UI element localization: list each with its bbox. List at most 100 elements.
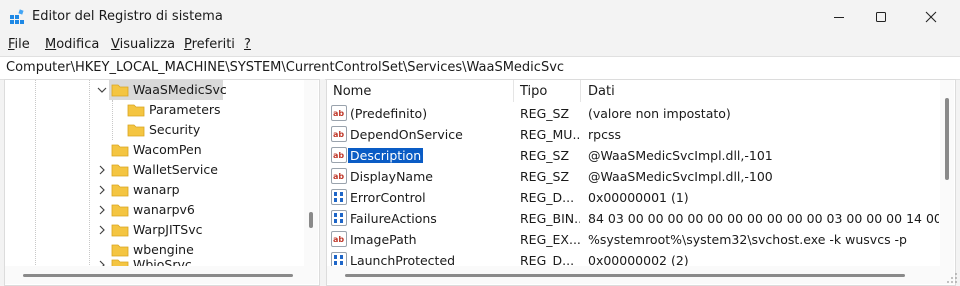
value-data: %systemroot%\system32\svchost.exe -k wus… xyxy=(588,232,907,247)
tree-item-label: wanarp xyxy=(133,182,180,197)
svg-text:ab: ab xyxy=(333,109,344,118)
tree-item-label: Parameters xyxy=(149,102,221,117)
folder-icon xyxy=(127,104,145,117)
pane-splitter[interactable] xyxy=(320,79,325,284)
column-header-data[interactable]: Dati xyxy=(588,84,615,99)
minimize-button[interactable] xyxy=(816,0,862,34)
value-name: FailureActions xyxy=(350,211,437,226)
tree-item-label: WbioSrvc xyxy=(133,257,192,266)
tree-item-label: wanarpv6 xyxy=(133,202,195,217)
menu-bar: File Modifica Visualizza Preferiti ? xyxy=(0,34,960,56)
tree-item-security[interactable]: Security xyxy=(5,120,305,140)
value-type: REG_EX... xyxy=(520,232,580,247)
column-divider[interactable] xyxy=(580,80,581,102)
maximize-button[interactable] xyxy=(858,0,904,34)
tree-horizontal-scroll-thumb[interactable] xyxy=(23,274,293,277)
key-tree-pane[interactable]: WaaSMedicSvc Parameters Security WacomPe… xyxy=(4,79,320,286)
tree-item-label: WalletService xyxy=(133,162,218,177)
close-icon xyxy=(925,11,937,23)
svg-text:ab: ab xyxy=(333,151,344,160)
tree-item-warpjitsvc[interactable]: WarpJITSvc xyxy=(5,220,305,240)
chevron-right-icon[interactable] xyxy=(97,223,107,237)
folder-icon xyxy=(111,204,129,217)
list-vertical-scrollbar[interactable] xyxy=(940,80,954,266)
chevron-right-icon[interactable] xyxy=(97,163,107,177)
value-type: REG_SZ xyxy=(520,148,570,163)
menu-file[interactable]: File xyxy=(8,37,30,52)
tree-item-wbiosrvc[interactable]: WbioSrvc xyxy=(5,256,305,266)
resize-grip-icon[interactable] xyxy=(946,272,958,284)
value-row[interactable]: ab ImagePath REG_EX... %systemroot%\system3… xyxy=(327,229,939,250)
value-row[interactable]: ab Description REG_SZ @WaaSMedicSvcImpl.dll… xyxy=(327,145,939,166)
folder-icon xyxy=(111,164,129,177)
chevron-right-icon[interactable] xyxy=(97,258,107,266)
tree-item-label: wbengine xyxy=(133,242,194,257)
close-button[interactable] xyxy=(908,0,954,34)
tree-item-label: WacomPen xyxy=(133,142,202,157)
tree-item-wacompen[interactable]: WacomPen xyxy=(5,140,305,160)
string-value-icon: ab xyxy=(331,168,347,184)
tree-item-wanarpv6[interactable]: wanarpv6 xyxy=(5,200,305,220)
folder-icon xyxy=(127,124,145,137)
svg-text:ab: ab xyxy=(333,235,344,244)
value-data: 0x00000001 (1) xyxy=(588,190,689,205)
value-row[interactable]: ab (Predefinito) REG_SZ (valore non imposta… xyxy=(327,103,939,124)
chevron-down-icon[interactable] xyxy=(97,83,107,97)
value-data: (valore non impostato) xyxy=(588,106,731,121)
value-row[interactable]: ab DependOnService REG_MU... rpcss xyxy=(327,124,939,145)
tree-item-label: Security xyxy=(149,122,201,137)
value-name: ImagePath xyxy=(350,232,417,247)
title-bar: Editor del Registro di sistema xyxy=(0,0,960,34)
values-list-pane[interactable]: Nome Tipo Dati ab (Predefinito) REG_SZ (val… xyxy=(326,79,956,286)
binary-value-icon xyxy=(331,210,347,226)
value-type: REG_SZ xyxy=(520,106,570,121)
folder-icon xyxy=(111,224,129,237)
maximize-icon xyxy=(876,12,886,22)
folder-icon xyxy=(111,244,129,257)
menu-modifica[interactable]: Modifica xyxy=(45,37,99,52)
folder-icon xyxy=(111,144,129,157)
menu-preferiti[interactable]: Preferiti xyxy=(184,37,235,52)
tree-item-parameters[interactable]: Parameters xyxy=(5,100,305,120)
tree-item-label: WaaSMedicSvc xyxy=(133,82,227,97)
string-value-icon: ab xyxy=(331,147,347,163)
tree-item-walletservice[interactable]: WalletService xyxy=(5,160,305,180)
folder-icon xyxy=(111,184,129,197)
address-path[interactable]: Computer\HKEY_LOCAL_MACHINE\SYSTEM\Curre… xyxy=(6,60,564,75)
value-type: REG_MU... xyxy=(520,127,580,142)
list-horizontal-scroll-thumb[interactable] xyxy=(345,274,905,277)
tree-item-wanarp[interactable]: wanarp xyxy=(5,180,305,200)
list-horizontal-scrollbar[interactable] xyxy=(327,266,954,284)
tree-vertical-scroll-thumb[interactable] xyxy=(309,212,313,228)
column-header-type[interactable]: Tipo xyxy=(520,84,547,99)
value-row[interactable]: FailureActions REG_BIN... 84 03 00 00 00 0… xyxy=(327,208,939,229)
string-value-icon: ab xyxy=(331,105,347,121)
value-data: @WaaSMedicSvcImpl.dll,-100 xyxy=(588,169,773,184)
list-header: Nome Tipo Dati xyxy=(327,80,939,102)
address-bar[interactable]: Computer\HKEY_LOCAL_MACHINE\SYSTEM\Curre… xyxy=(0,56,960,80)
column-divider[interactable] xyxy=(513,80,514,102)
tree-horizontal-scrollbar[interactable] xyxy=(5,266,318,284)
value-row[interactable]: ab DisplayName REG_SZ @WaaSMedicSvcImpl.dll… xyxy=(327,166,939,187)
value-type: REG_D... xyxy=(520,190,575,205)
string-value-icon: ab xyxy=(331,231,347,247)
chevron-right-icon[interactable] xyxy=(97,203,107,217)
menu-visualizza[interactable]: Visualizza xyxy=(111,37,175,52)
svg-text:ab: ab xyxy=(333,130,344,139)
tree-item-label: WarpJITSvc xyxy=(133,222,203,237)
folder-icon xyxy=(111,259,129,266)
value-type: REG_SZ xyxy=(520,169,570,184)
value-name: ErrorControl xyxy=(350,190,426,205)
window-title: Editor del Registro di sistema xyxy=(32,9,223,24)
value-name: Description xyxy=(348,148,424,163)
menu-help[interactable]: ? xyxy=(244,37,251,52)
string-value-icon: ab xyxy=(331,126,347,142)
value-row[interactable]: ErrorControl REG_D... 0x00000001 (1) xyxy=(327,187,939,208)
value-name: DisplayName xyxy=(350,169,433,184)
tree-vertical-scrollbar[interactable] xyxy=(304,80,318,266)
chevron-right-icon[interactable] xyxy=(97,183,107,197)
value-data: 84 03 00 00 00 00 00 00 00 00 00 00 03 0… xyxy=(588,211,939,226)
column-header-name[interactable]: Nome xyxy=(333,84,371,99)
tree-item-waasmedicsvc[interactable]: WaaSMedicSvc xyxy=(5,80,305,100)
list-vertical-scroll-thumb[interactable] xyxy=(945,98,949,180)
